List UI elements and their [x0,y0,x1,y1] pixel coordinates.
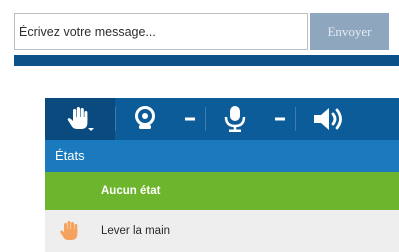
raise-hand-button[interactable] [45,98,115,140]
state-item-label: Lever la main [101,225,171,237]
microphone-icon [224,106,246,132]
chevron-down-icon [185,117,195,121]
message-input[interactable] [14,13,308,50]
speaker-icon [314,108,342,130]
send-button[interactable]: Envoyer [310,13,389,50]
states-header: États [45,140,399,172]
menu-caret-icon [88,128,94,131]
media-toolbar [45,98,399,140]
webcam-button[interactable] [115,98,175,140]
hand-icon [60,221,78,240]
microphone-options-button[interactable] [265,98,295,140]
state-item-none[interactable]: Aucun état [45,172,399,210]
chevron-down-icon [275,117,285,121]
microphone-button[interactable] [205,98,265,140]
hand-icon [67,107,94,131]
webcam-icon [135,106,155,129]
speaker-button[interactable] [295,98,365,140]
webcam-options-button[interactable] [175,98,205,140]
status-panel: États Aucun état Lever la main [45,98,399,252]
divider-bar [14,55,399,66]
state-item-raise-hand[interactable]: Lever la main [45,210,399,252]
